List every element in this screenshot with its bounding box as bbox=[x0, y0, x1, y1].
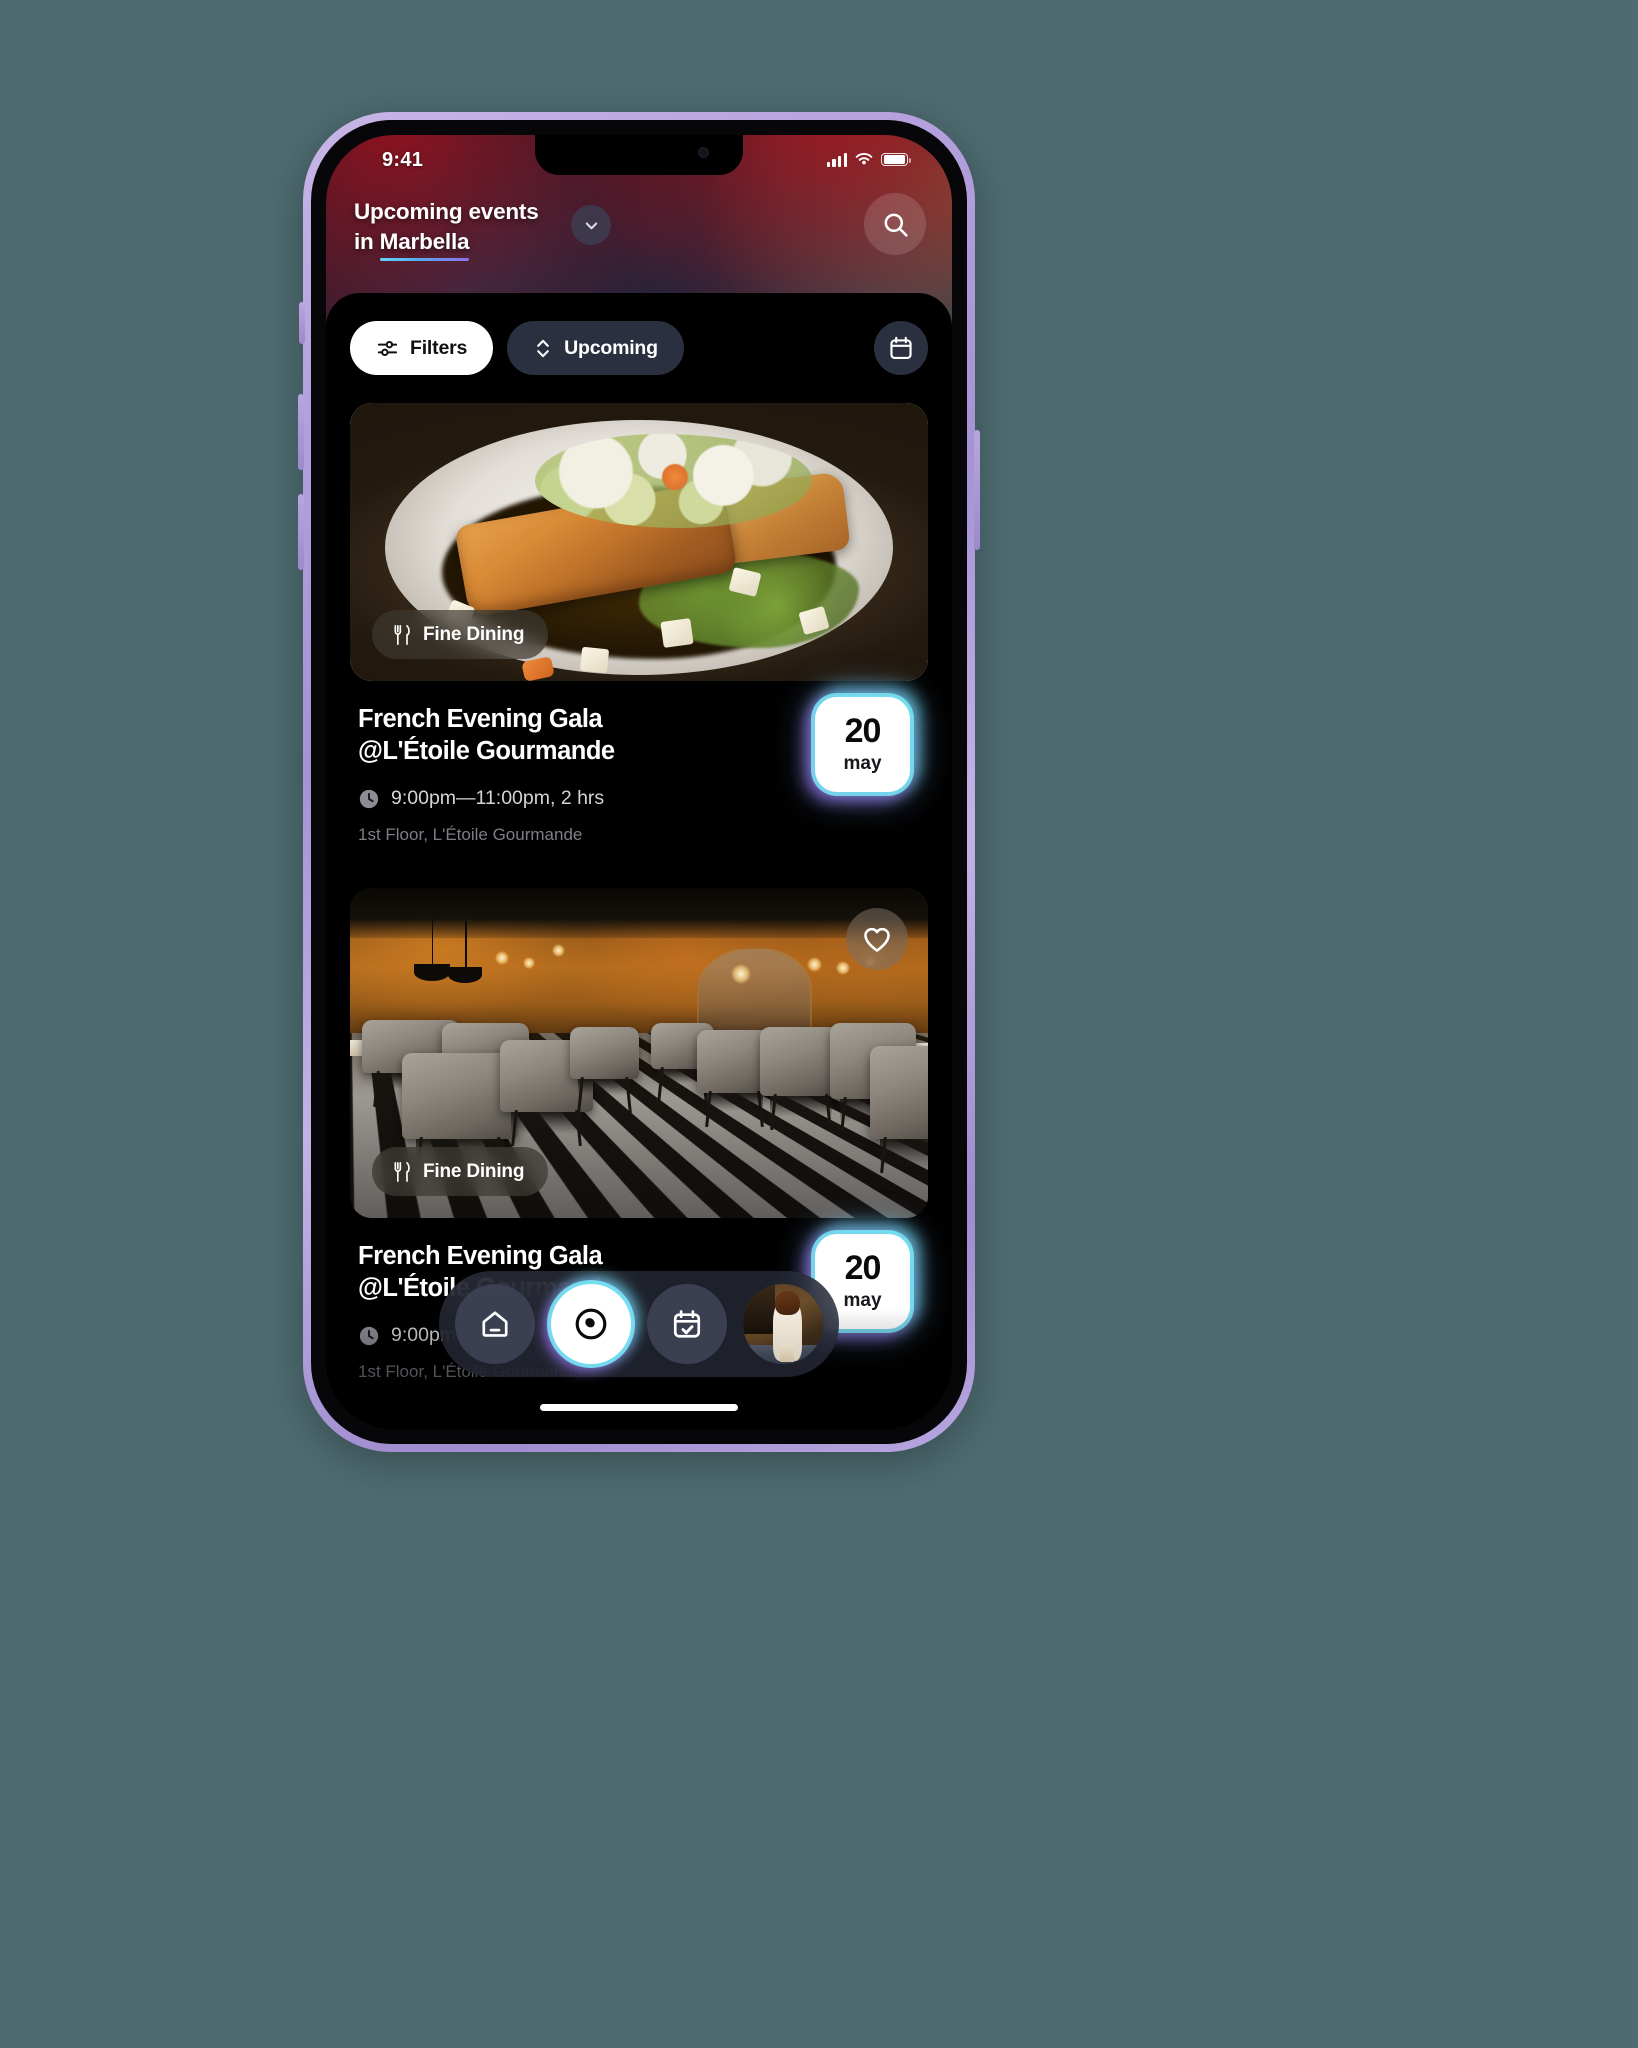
search-button[interactable] bbox=[864, 193, 926, 255]
sort-button[interactable]: Upcoming bbox=[507, 321, 684, 375]
nav-item-profile[interactable] bbox=[743, 1284, 823, 1364]
event-location: 1st Floor, L'Étoile Gourmande bbox=[358, 825, 583, 845]
header-city: Marbella bbox=[379, 227, 470, 262]
bottom-navigation-bar bbox=[439, 1271, 839, 1377]
header-underline bbox=[379, 257, 470, 262]
volume-down-button[interactable] bbox=[298, 494, 304, 570]
event-date-month: may bbox=[843, 753, 882, 774]
phone-bezel: 9:41 Upcoming events in Marbella Fine Di… bbox=[311, 120, 967, 1444]
home-indicator[interactable] bbox=[540, 1404, 738, 1411]
chevron-up-down-icon bbox=[537, 339, 549, 357]
location-dropdown-button[interactable] bbox=[571, 205, 611, 245]
wifi-icon bbox=[855, 153, 873, 165]
phone-screen: 9:41 Upcoming events in Marbella Fine Di… bbox=[326, 135, 952, 1429]
search-icon bbox=[884, 213, 908, 237]
header-title-prefix: in bbox=[354, 228, 380, 254]
calendar-check-icon bbox=[673, 1310, 701, 1338]
front-camera-icon bbox=[698, 147, 709, 158]
event-image[interactable]: Fine Dining bbox=[350, 888, 928, 1218]
clock-icon bbox=[359, 1326, 379, 1345]
category-badge-label: Fine Dining bbox=[423, 1160, 525, 1182]
phone-frame: 9:41 Upcoming events in Marbella Fine Di… bbox=[298, 112, 980, 1452]
fork-knife-icon bbox=[394, 1161, 410, 1182]
status-time: 9:41 bbox=[382, 149, 424, 171]
event-card[interactable]: Fine Dining French Evening Gala @L'Étoil… bbox=[350, 403, 928, 845]
battery-icon bbox=[881, 152, 911, 167]
nav-item-explore[interactable] bbox=[551, 1284, 631, 1364]
event-date-badge[interactable]: 20 may bbox=[815, 697, 910, 792]
content-sheet: Fine Dining French Evening Gala @L'Étoil… bbox=[326, 293, 952, 1429]
header-title-line1: Upcoming events bbox=[354, 199, 539, 224]
mute-switch[interactable] bbox=[299, 302, 305, 344]
nav-item-home[interactable] bbox=[455, 1284, 535, 1364]
heart-icon bbox=[864, 927, 890, 952]
event-title: French Evening Gala @L'Étoile Gourmande bbox=[358, 703, 758, 767]
sliders-icon bbox=[377, 340, 398, 356]
sort-button-label: Upcoming bbox=[564, 336, 658, 359]
filter-toolbar: Filters Upcoming bbox=[326, 317, 952, 379]
notch bbox=[535, 135, 743, 175]
home-icon bbox=[482, 1311, 508, 1337]
event-image[interactable]: Fine Dining bbox=[350, 403, 928, 681]
compass-icon bbox=[575, 1308, 607, 1340]
nav-item-calendar[interactable] bbox=[647, 1284, 727, 1364]
favorite-button[interactable] bbox=[846, 908, 908, 970]
event-title-line1: French Evening Gala bbox=[358, 705, 603, 733]
event-title-line2: @L'Étoile Gourmande bbox=[358, 737, 615, 766]
header-title: Upcoming events in Marbella bbox=[354, 197, 564, 262]
status-indicators bbox=[826, 152, 911, 167]
calendar-icon bbox=[890, 336, 912, 360]
screenshot-stage: 9:41 Upcoming events in Marbella Fine Di… bbox=[0, 0, 1638, 2048]
event-date-month: may bbox=[843, 1290, 882, 1311]
event-date-day: 20 bbox=[844, 1249, 882, 1287]
clock-icon bbox=[359, 789, 379, 808]
fork-knife-icon bbox=[394, 624, 410, 645]
calendar-button[interactable] bbox=[874, 321, 928, 375]
category-badge-label: Fine Dining bbox=[423, 623, 525, 645]
header-city-label: Marbella bbox=[379, 228, 470, 254]
page-title: Upcoming events in Marbella bbox=[354, 197, 564, 262]
event-title-line1: French Evening Gala bbox=[358, 1242, 603, 1270]
event-details: French Evening Gala @L'Étoile Gourmande … bbox=[350, 681, 928, 845]
category-badge: Fine Dining bbox=[372, 1147, 549, 1196]
cellular-signal-icon bbox=[826, 152, 847, 167]
filters-button-label: Filters bbox=[410, 336, 468, 359]
category-badge: Fine Dining bbox=[372, 610, 549, 659]
events-list[interactable]: Fine Dining French Evening Gala @L'Étoil… bbox=[326, 293, 952, 1429]
filters-button[interactable]: Filters bbox=[350, 321, 494, 375]
volume-up-button[interactable] bbox=[298, 394, 304, 470]
event-time-label: 9:00pm—11:00pm, 2 hrs bbox=[391, 787, 605, 810]
chevron-down-icon bbox=[585, 221, 597, 229]
power-button[interactable] bbox=[974, 430, 980, 550]
event-date-day: 20 bbox=[844, 712, 882, 750]
